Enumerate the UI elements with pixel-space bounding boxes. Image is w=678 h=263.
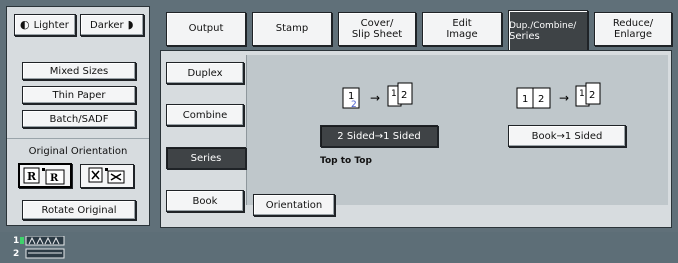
tab-dup-combine-series[interactable]: Dup./Combine/ Series: [508, 10, 588, 50]
darker-label: Darker: [90, 19, 124, 31]
svg-text:1: 1: [391, 89, 397, 99]
svg-text:1: 1: [522, 94, 528, 105]
tab-cover-slip-sheet[interactable]: Cover/ Slip Sheet: [338, 12, 416, 46]
darker-icon: ◗: [127, 17, 134, 31]
tab-output-label: Output: [188, 23, 224, 35]
two-sided-to-one-sided-icon: 1 2 → 1 2: [342, 82, 413, 110]
tab-cover-label-2: Slip Sheet: [351, 29, 403, 40]
subtab-combine-label: Combine: [182, 109, 228, 121]
tab-reduce-label-2: Enlarge: [614, 29, 652, 40]
darker-button[interactable]: Darker ◗: [80, 14, 144, 36]
subtab-book[interactable]: Book: [166, 190, 244, 212]
subtab-combine[interactable]: Combine: [166, 104, 244, 126]
tab-edit-label-2: Image: [446, 29, 478, 40]
orientation-readable-button[interactable]: R R: [18, 163, 72, 188]
svg-text:→: →: [559, 91, 569, 105]
divider: [7, 138, 149, 139]
batch-sadf-button[interactable]: Batch/SADF: [22, 110, 136, 128]
svg-text:1: 1: [579, 89, 585, 99]
mixed-sizes-label: Mixed Sizes: [49, 65, 109, 77]
book-to-one-sided-icon: 1 2 → 1 2: [516, 82, 601, 109]
lighter-label: Lighter: [33, 19, 69, 31]
orientation-unreadable-button[interactable]: [80, 164, 134, 188]
tab-stamp[interactable]: Stamp: [252, 12, 332, 46]
subtab-book-label: Book: [192, 195, 218, 207]
tab-edit-label-1: Edit: [452, 17, 472, 29]
tab-cover-label-1: Cover/: [360, 17, 394, 29]
tab-reduce-label-1: Reduce/: [612, 17, 654, 29]
book-to-one-sided-button[interactable]: Book→1 Sided: [508, 125, 626, 147]
tab-stamp-label: Stamp: [275, 23, 309, 35]
batch-sadf-label: Batch/SADF: [49, 113, 109, 125]
rotate-original-label: Rotate Original: [41, 204, 117, 216]
subtab-series[interactable]: Series: [166, 147, 246, 169]
tab-reduce-enlarge[interactable]: Reduce/ Enlarge: [594, 12, 672, 46]
readable-orientation-icon: R R: [23, 167, 65, 185]
lighter-icon: ◐: [20, 17, 30, 31]
svg-text:2: 2: [538, 94, 544, 105]
tab-dup-label-1: Dup./Combine/: [509, 21, 577, 32]
svg-text:2: 2: [351, 100, 357, 110]
top-to-top-label: Top to Top: [320, 156, 372, 166]
thin-paper-button[interactable]: Thin Paper: [22, 86, 136, 104]
status-bar: [0, 232, 678, 263]
mixed-sizes-button[interactable]: Mixed Sizes: [22, 62, 136, 80]
subtab-duplex-label: Duplex: [187, 67, 223, 79]
unreadable-orientation-icon: [88, 167, 125, 184]
svg-text:→: →: [370, 91, 380, 105]
two-sided-to-one-sided-button[interactable]: 2 Sided→1 Sided: [320, 125, 438, 147]
original-orientation-label: Original Orientation: [28, 146, 128, 157]
thin-paper-label: Thin Paper: [52, 89, 106, 101]
svg-text:R: R: [50, 173, 59, 184]
orientation-label: Orientation: [265, 199, 323, 211]
svg-text:R: R: [27, 170, 37, 183]
status-line-2: 2: [13, 249, 20, 259]
svg-text:2: 2: [589, 90, 595, 101]
book-to-one-sided-label: Book→1 Sided: [531, 130, 603, 142]
tab-edit-image[interactable]: Edit Image: [422, 12, 502, 46]
job-queue-icon: [20, 236, 65, 259]
svg-text:2: 2: [401, 90, 407, 101]
subtab-duplex[interactable]: Duplex: [166, 62, 244, 84]
status-line-1: 1: [13, 236, 20, 246]
orientation-button[interactable]: Orientation: [253, 194, 335, 216]
subtab-series-label: Series: [190, 152, 222, 164]
tab-output[interactable]: Output: [166, 12, 246, 46]
lighter-button[interactable]: ◐ Lighter: [14, 14, 76, 36]
tab-dup-label-2: Series: [509, 31, 540, 43]
two-sided-to-one-sided-label: 2 Sided→1 Sided: [337, 130, 421, 142]
rotate-original-button[interactable]: Rotate Original: [22, 200, 136, 220]
